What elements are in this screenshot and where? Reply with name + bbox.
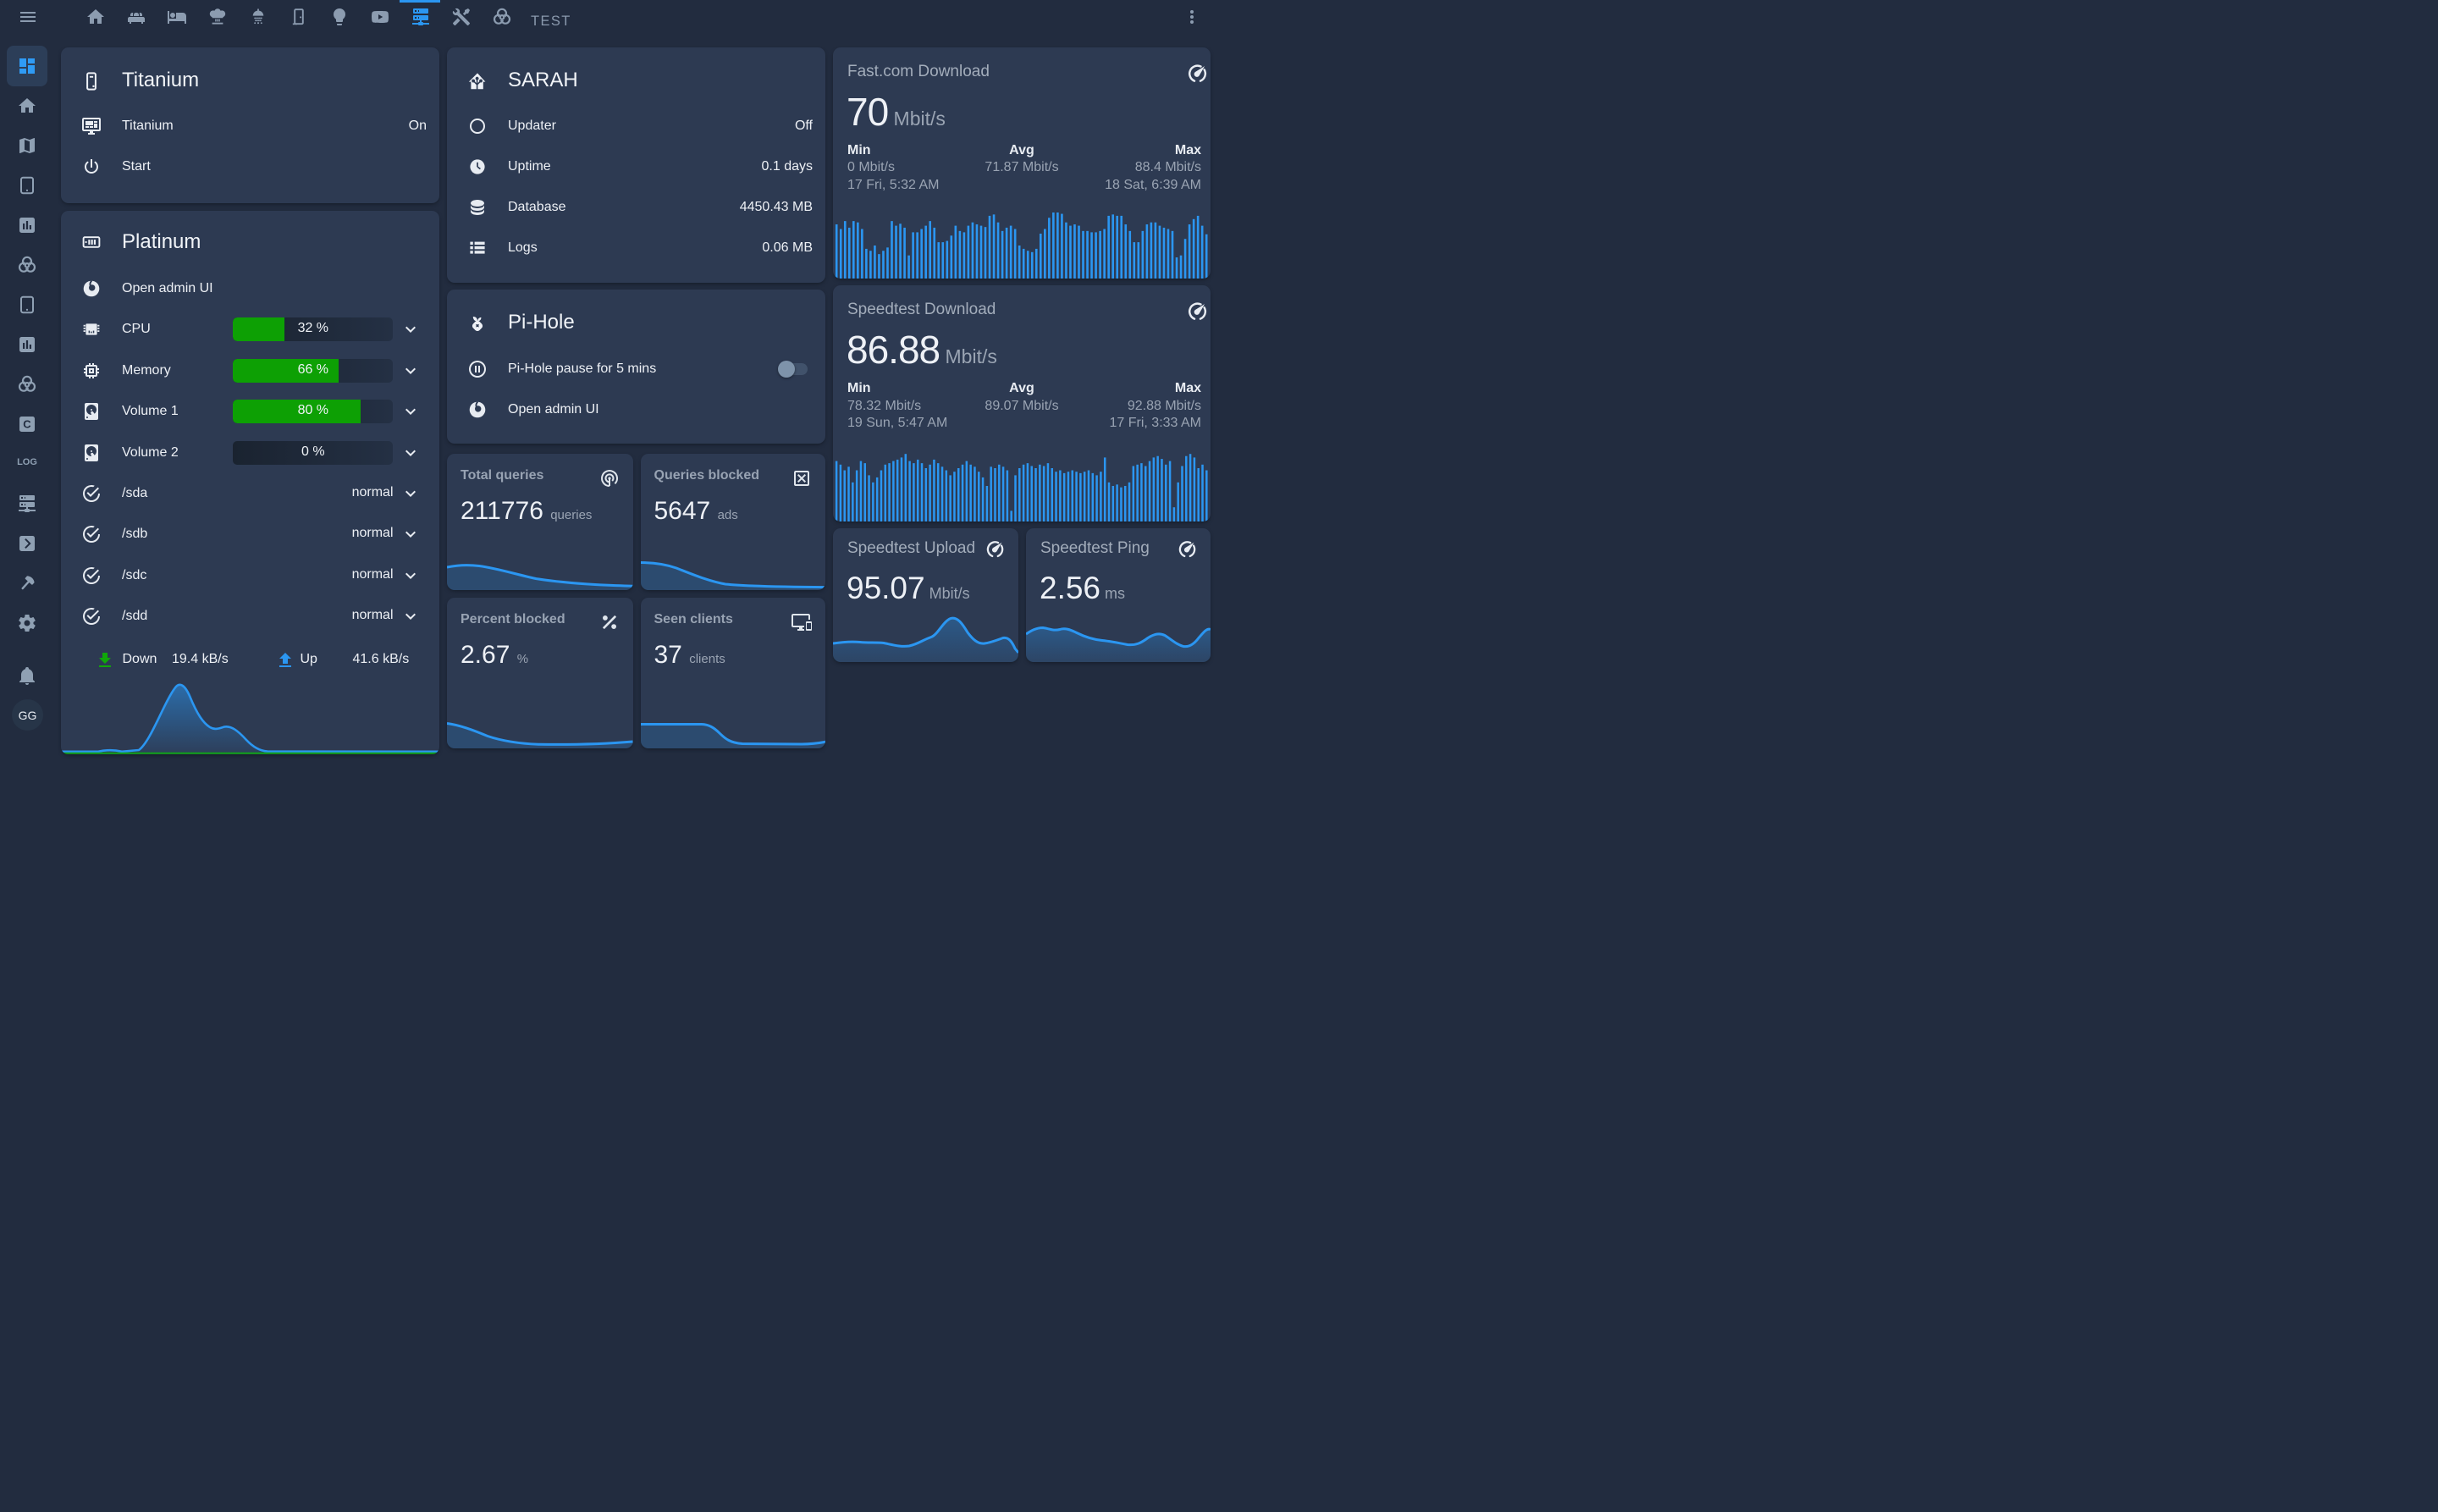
svg-text:C: C — [23, 418, 31, 431]
